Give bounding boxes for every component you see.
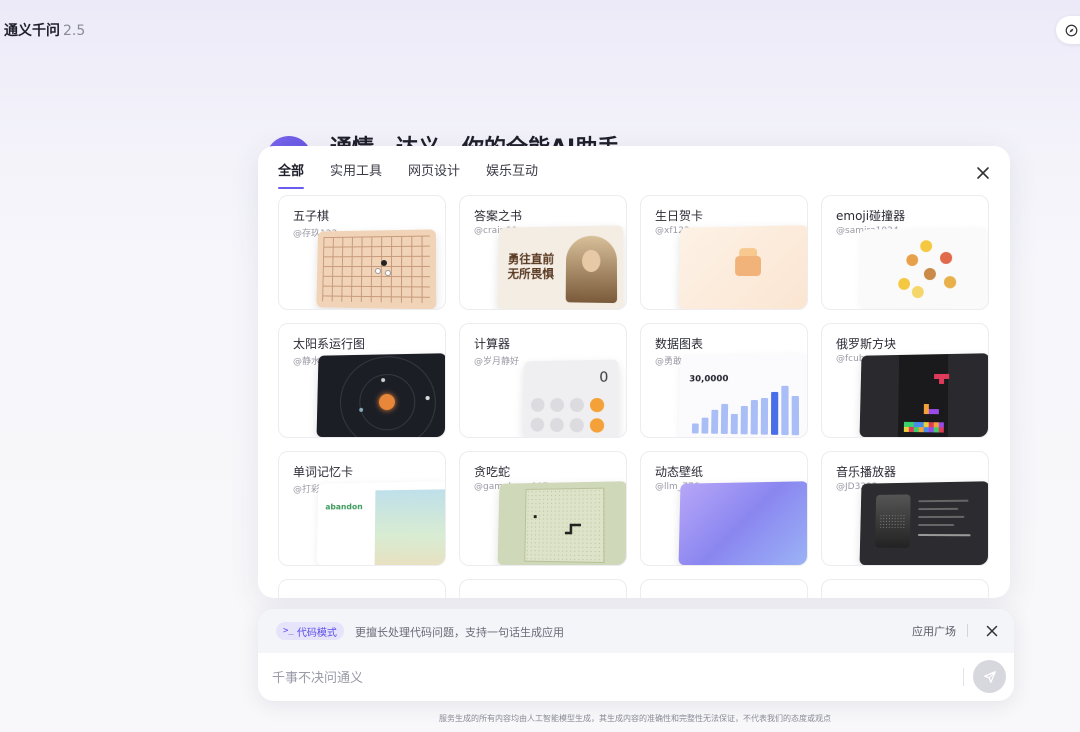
flashcard-thumbnail: abandon (316, 481, 445, 565)
chart-value: 30,0000 (689, 374, 729, 385)
card-title: 动态壁纸 (655, 465, 704, 479)
tab-tools[interactable]: 实用工具 (330, 160, 382, 189)
app-version: 2.5 (63, 23, 86, 39)
data-chart-thumbnail: 30,0000 (678, 353, 807, 437)
close-icon[interactable] (986, 625, 998, 637)
card-title: 贪吃蛇 (474, 465, 511, 479)
card-author: @岁月静好 (474, 357, 520, 367)
flashcard-word: abandon (325, 502, 363, 512)
app-card-live-wallpaper[interactable]: 动态壁纸 @llm_776 (640, 451, 808, 566)
app-card-flashcards[interactable]: 单词记忆卡 @打彩晴春荐 abandon (278, 451, 446, 566)
calculator-display: 0 (599, 369, 609, 386)
divider (967, 624, 968, 637)
answer-book-thumbnail: 勇往直前 无所畏惧 (497, 225, 624, 309)
app-card-solar-system[interactable]: 太阳系运行图 @静水流深 (278, 323, 446, 438)
tetris-thumbnail (859, 353, 988, 437)
app-plaza-link[interactable]: 应用广场 (912, 623, 956, 639)
mode-bar: >_ 代码模式 更擅长处理代码问题，支持一句话生成应用 应用广场 (258, 609, 1014, 653)
send-button[interactable] (973, 660, 1006, 693)
app-card-grid: 五子棋 @存玖123 答案之书 @crain66 勇往直前 无所畏惧 生日贺卡 … (278, 195, 989, 598)
birthday-thumbnail (678, 225, 807, 309)
send-icon (983, 670, 996, 683)
solar-system-thumbnail (316, 353, 445, 437)
app-title: 通义千问 2.5 (4, 20, 85, 40)
app-card-tetris[interactable]: 俄罗斯方块 @fcubeee (821, 323, 989, 438)
wallpaper-thumbnail (678, 481, 807, 565)
app-card[interactable] (821, 579, 989, 598)
tab-web-design[interactable]: 网页设计 (408, 160, 460, 189)
card-title: 生日贺卡 (655, 209, 704, 223)
chat-input-panel: >_ 代码模式 更擅长处理代码问题，支持一句话生成应用 应用广场 (258, 609, 1014, 701)
app-card-snake[interactable]: 贪吃蛇 @gamelover007 (459, 451, 627, 566)
app-card[interactable] (278, 579, 446, 598)
app-card-gomoku[interactable]: 五子棋 @存玖123 (278, 195, 446, 310)
app-card-birthday-card[interactable]: 生日贺卡 @xf123 (640, 195, 808, 310)
footer-disclaimer: 服务生成的所有内容均由人工智能模型生成，其生成内容的准确性和完整性无法保证，不代… (439, 714, 831, 723)
compass-icon (1065, 24, 1078, 36)
gomoku-thumbnail (316, 229, 437, 309)
discover-button[interactable] (1056, 16, 1080, 44)
card-title: 五子棋 (293, 209, 330, 223)
terminal-icon: >_ (283, 626, 294, 636)
card-title: 太阳系运行图 (293, 337, 366, 351)
app-card[interactable] (459, 579, 627, 598)
card-title: 数据图表 (655, 337, 704, 351)
emoji-thumbnail (859, 227, 988, 309)
hero-headline: 通情，达义，你的全能AI助手 (330, 134, 619, 146)
book-quote: 勇往直前 无所畏惧 (507, 252, 555, 281)
code-mode-chip[interactable]: >_ 代码模式 (276, 622, 344, 640)
card-title: 俄罗斯方块 (836, 337, 897, 351)
app-name: 通义千问 (4, 23, 60, 39)
tab-entertainment[interactable]: 娱乐互动 (486, 160, 538, 189)
close-icon[interactable] (976, 166, 990, 180)
card-title: 答案之书 (474, 209, 523, 223)
app-card-calculator[interactable]: 计算器 @岁月静好 0 (459, 323, 627, 438)
divider (963, 668, 964, 686)
app-card-music-player[interactable]: 音乐播放器 @JD3303 (821, 451, 989, 566)
app-gallery-panel: 全部 实用工具 网页设计 娱乐互动 五子棋 @存玖123 答案之书 @crain… (258, 146, 1010, 598)
mode-description: 更擅长处理代码问题，支持一句话生成应用 (355, 626, 564, 639)
snake-thumbnail (497, 481, 626, 565)
music-player-thumbnail (859, 481, 988, 565)
card-title: 单词记忆卡 (293, 465, 354, 479)
card-title: emoji碰撞器 (836, 209, 906, 223)
album-cover (875, 494, 911, 548)
app-card-emoji-collider[interactable]: emoji碰撞器 @samira1024 (821, 195, 989, 310)
chat-input[interactable] (272, 667, 952, 689)
tab-all[interactable]: 全部 (278, 160, 305, 189)
app-card-answer-book[interactable]: 答案之书 @crain66 勇往直前 无所畏惧 (459, 195, 627, 310)
card-title: 音乐播放器 (836, 465, 897, 479)
calculator-thumbnail: 0 (522, 359, 619, 437)
app-card-data-chart[interactable]: 数据图表 @勇敢前行 30,0000 (640, 323, 808, 438)
app-card[interactable] (640, 579, 808, 598)
card-title: 计算器 (474, 337, 511, 351)
cake-icon (735, 255, 762, 277)
code-mode-label: 代码模式 (296, 627, 337, 639)
gallery-tabs: 全部 实用工具 网页设计 娱乐互动 (278, 160, 538, 189)
